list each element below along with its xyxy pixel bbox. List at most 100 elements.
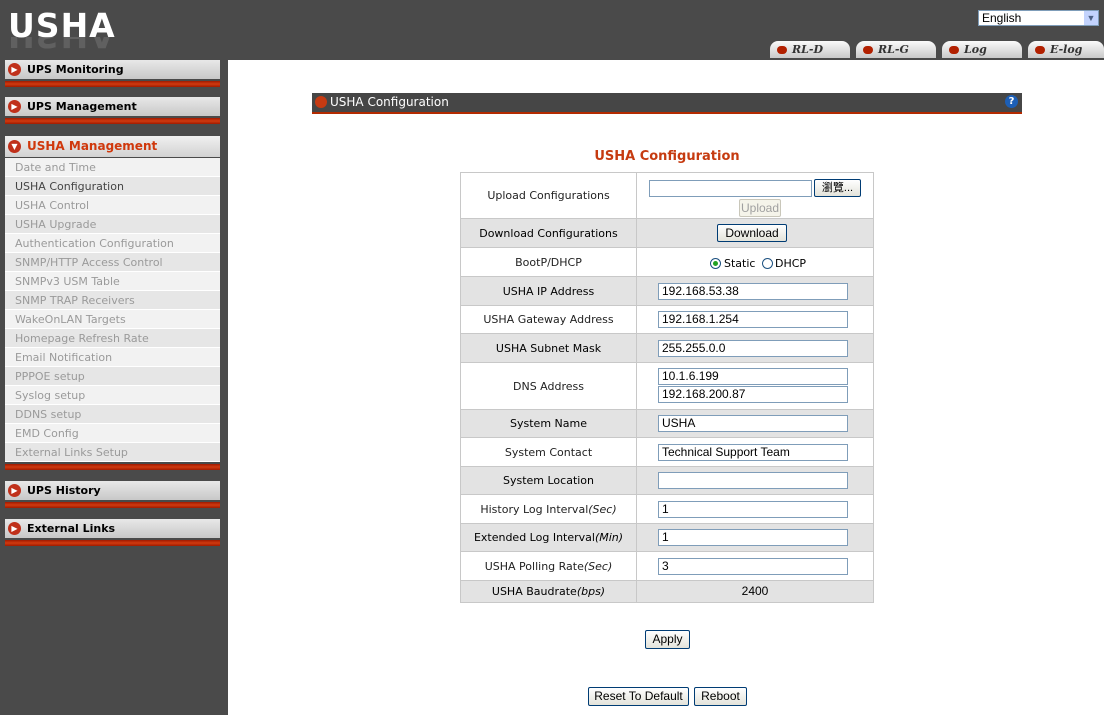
static-radio[interactable] bbox=[710, 258, 721, 269]
menu-item-usha-upgrade[interactable]: USHA Upgrade bbox=[5, 215, 220, 234]
log-link[interactable]: Log bbox=[942, 41, 1022, 58]
browse-button[interactable]: 瀏覽... bbox=[814, 179, 861, 197]
dns-label: DNS Address bbox=[461, 363, 637, 409]
bullet-icon bbox=[1035, 46, 1045, 54]
panel-title-bar: USHA Configuration ? bbox=[312, 93, 1022, 114]
ip-address-input[interactable]: 192.168.53.38 bbox=[658, 283, 848, 300]
system-contact-label: System Contact bbox=[461, 438, 637, 466]
chevron-down-icon[interactable]: ▼ bbox=[1084, 11, 1098, 25]
divider bbox=[5, 464, 220, 470]
menu-item-wakeonlan[interactable]: WakeOnLAN Targets bbox=[5, 310, 220, 329]
arrow-right-icon: ▶ bbox=[8, 63, 21, 76]
menu-item-snmpv3-usm[interactable]: SNMPv3 USM Table bbox=[5, 272, 220, 291]
divider bbox=[5, 502, 220, 508]
download-label: Download Configurations bbox=[461, 219, 637, 247]
subnet-input[interactable]: 255.255.0.0 bbox=[658, 340, 848, 357]
menu-item-usha-control[interactable]: USHA Control bbox=[5, 196, 220, 215]
divider bbox=[5, 540, 220, 546]
section-ups-monitoring[interactable]: ▶ UPS Monitoring bbox=[5, 60, 220, 79]
arrow-right-icon: ▶ bbox=[8, 100, 21, 113]
system-name-label: System Name bbox=[461, 410, 637, 437]
baudrate-label: USHA Baudrate (bps) bbox=[461, 581, 637, 602]
arrow-right-icon: ▶ bbox=[8, 484, 21, 497]
row-dns: DNS Address 10.1.6.199 192.168.200.87 bbox=[460, 363, 874, 410]
extended-log-label: Extended Log Interval (Min) bbox=[461, 524, 637, 551]
menu-item-pppoe[interactable]: PPPOE setup bbox=[5, 367, 220, 386]
menu-item-date-time[interactable]: Date and Time bbox=[5, 158, 220, 177]
section-external-links[interactable]: ▶ External Links bbox=[5, 519, 220, 538]
page-title: USHA Configuration bbox=[594, 149, 740, 164]
menu-item-refresh-rate[interactable]: Homepage Refresh Rate bbox=[5, 329, 220, 348]
dns1-input[interactable]: 10.1.6.199 bbox=[658, 368, 848, 385]
history-log-label: History Log Interval (Sec) bbox=[461, 495, 637, 523]
system-location-label: System Location bbox=[461, 467, 637, 494]
upload-label: Upload Configurations bbox=[461, 173, 637, 218]
menu-item-usha-configuration[interactable]: USHA Configuration bbox=[5, 177, 220, 196]
system-contact-input[interactable]: Technical Support Team bbox=[658, 444, 848, 461]
static-label: Static bbox=[724, 257, 756, 270]
divider bbox=[5, 118, 220, 124]
bullet-icon bbox=[777, 46, 787, 54]
rl-d-link[interactable]: RL-D bbox=[770, 41, 850, 58]
bullet-icon bbox=[315, 96, 327, 108]
baudrate-value: 2400 bbox=[741, 584, 769, 598]
apply-button[interactable]: Apply bbox=[645, 630, 690, 649]
bootp-label: BootP/DHCP bbox=[461, 248, 637, 276]
usha-logo: USHA USHA bbox=[8, 6, 218, 58]
subnet-label: USHA Subnet Mask bbox=[461, 334, 637, 362]
row-system-name: System Name USHA bbox=[460, 410, 874, 438]
ip-label: USHA IP Address bbox=[461, 277, 637, 305]
menu-item-emd[interactable]: EMD Config bbox=[5, 424, 220, 443]
row-polling-rate: USHA Polling Rate (Sec) 3 bbox=[460, 552, 874, 581]
dhcp-radio[interactable] bbox=[762, 258, 773, 269]
row-download: Download Configurations Download bbox=[460, 219, 874, 248]
dns2-input[interactable]: 192.168.200.87 bbox=[658, 386, 848, 403]
row-system-contact: System Contact Technical Support Team bbox=[460, 438, 874, 467]
row-extended-log: Extended Log Interval (Min) 1 bbox=[460, 524, 874, 552]
config-table: Upload Configurations 瀏覽... Upload Downl… bbox=[460, 172, 874, 603]
arrow-right-icon: ▶ bbox=[8, 522, 21, 535]
menu-item-email[interactable]: Email Notification bbox=[5, 348, 220, 367]
upload-file-input[interactable] bbox=[649, 180, 812, 197]
help-icon[interactable]: ? bbox=[1005, 95, 1018, 108]
language-select[interactable]: English ▼ bbox=[978, 10, 1099, 26]
row-subnet: USHA Subnet Mask 255.255.0.0 bbox=[460, 334, 874, 363]
section-usha-management[interactable]: ▼ USHA Management bbox=[5, 136, 220, 157]
menu-item-snmp-trap[interactable]: SNMP TRAP Receivers bbox=[5, 291, 220, 310]
row-upload: Upload Configurations 瀏覽... Upload bbox=[460, 172, 874, 219]
history-log-input[interactable]: 1 bbox=[658, 501, 848, 518]
e-log-link[interactable]: E-log bbox=[1028, 41, 1104, 58]
header-bar: USHA USHA English ▼ RL-D RL-G Log E-log bbox=[0, 0, 1104, 60]
row-history-log: History Log Interval (Sec) 1 bbox=[460, 495, 874, 524]
row-bootp: BootP/DHCP Static DHCP bbox=[460, 248, 874, 277]
gateway-label: USHA Gateway Address bbox=[461, 306, 637, 333]
extended-log-input[interactable]: 1 bbox=[658, 529, 848, 546]
system-name-input[interactable]: USHA bbox=[658, 415, 848, 432]
reboot-button[interactable]: Reboot bbox=[694, 687, 747, 706]
row-gateway: USHA Gateway Address 192.168.1.254 bbox=[460, 306, 874, 334]
polling-rate-input[interactable]: 3 bbox=[658, 558, 848, 575]
row-system-location: System Location bbox=[460, 467, 874, 495]
polling-rate-label: USHA Polling Rate (Sec) bbox=[461, 552, 637, 580]
dhcp-label: DHCP bbox=[775, 257, 807, 270]
bullet-icon bbox=[863, 46, 873, 54]
arrow-down-icon: ▼ bbox=[8, 140, 21, 153]
reset-to-default-button[interactable]: Reset To Default bbox=[588, 687, 689, 706]
system-location-input[interactable] bbox=[658, 472, 848, 489]
menu-item-snmp-http-access[interactable]: SNMP/HTTP Access Control bbox=[5, 253, 220, 272]
section-ups-history[interactable]: ▶ UPS History bbox=[5, 481, 220, 500]
upload-button[interactable]: Upload bbox=[739, 199, 781, 217]
menu-item-authentication[interactable]: Authentication Configuration bbox=[5, 234, 220, 253]
row-ip: USHA IP Address 192.168.53.38 bbox=[460, 277, 874, 306]
menu-item-syslog[interactable]: Syslog setup bbox=[5, 386, 220, 405]
menu-item-ddns[interactable]: DDNS setup bbox=[5, 405, 220, 424]
logo-reflection: USHA bbox=[8, 37, 116, 55]
section-ups-management[interactable]: ▶ UPS Management bbox=[5, 97, 220, 116]
menu-item-external-links-setup[interactable]: External Links Setup bbox=[5, 443, 220, 462]
divider bbox=[5, 81, 220, 87]
gateway-input[interactable]: 192.168.1.254 bbox=[658, 311, 848, 328]
usha-management-menu: Date and Time USHA Configuration USHA Co… bbox=[5, 158, 220, 462]
download-button[interactable]: Download bbox=[717, 224, 787, 242]
row-baudrate: USHA Baudrate (bps) 2400 bbox=[460, 581, 874, 603]
rl-g-link[interactable]: RL-G bbox=[856, 41, 936, 58]
